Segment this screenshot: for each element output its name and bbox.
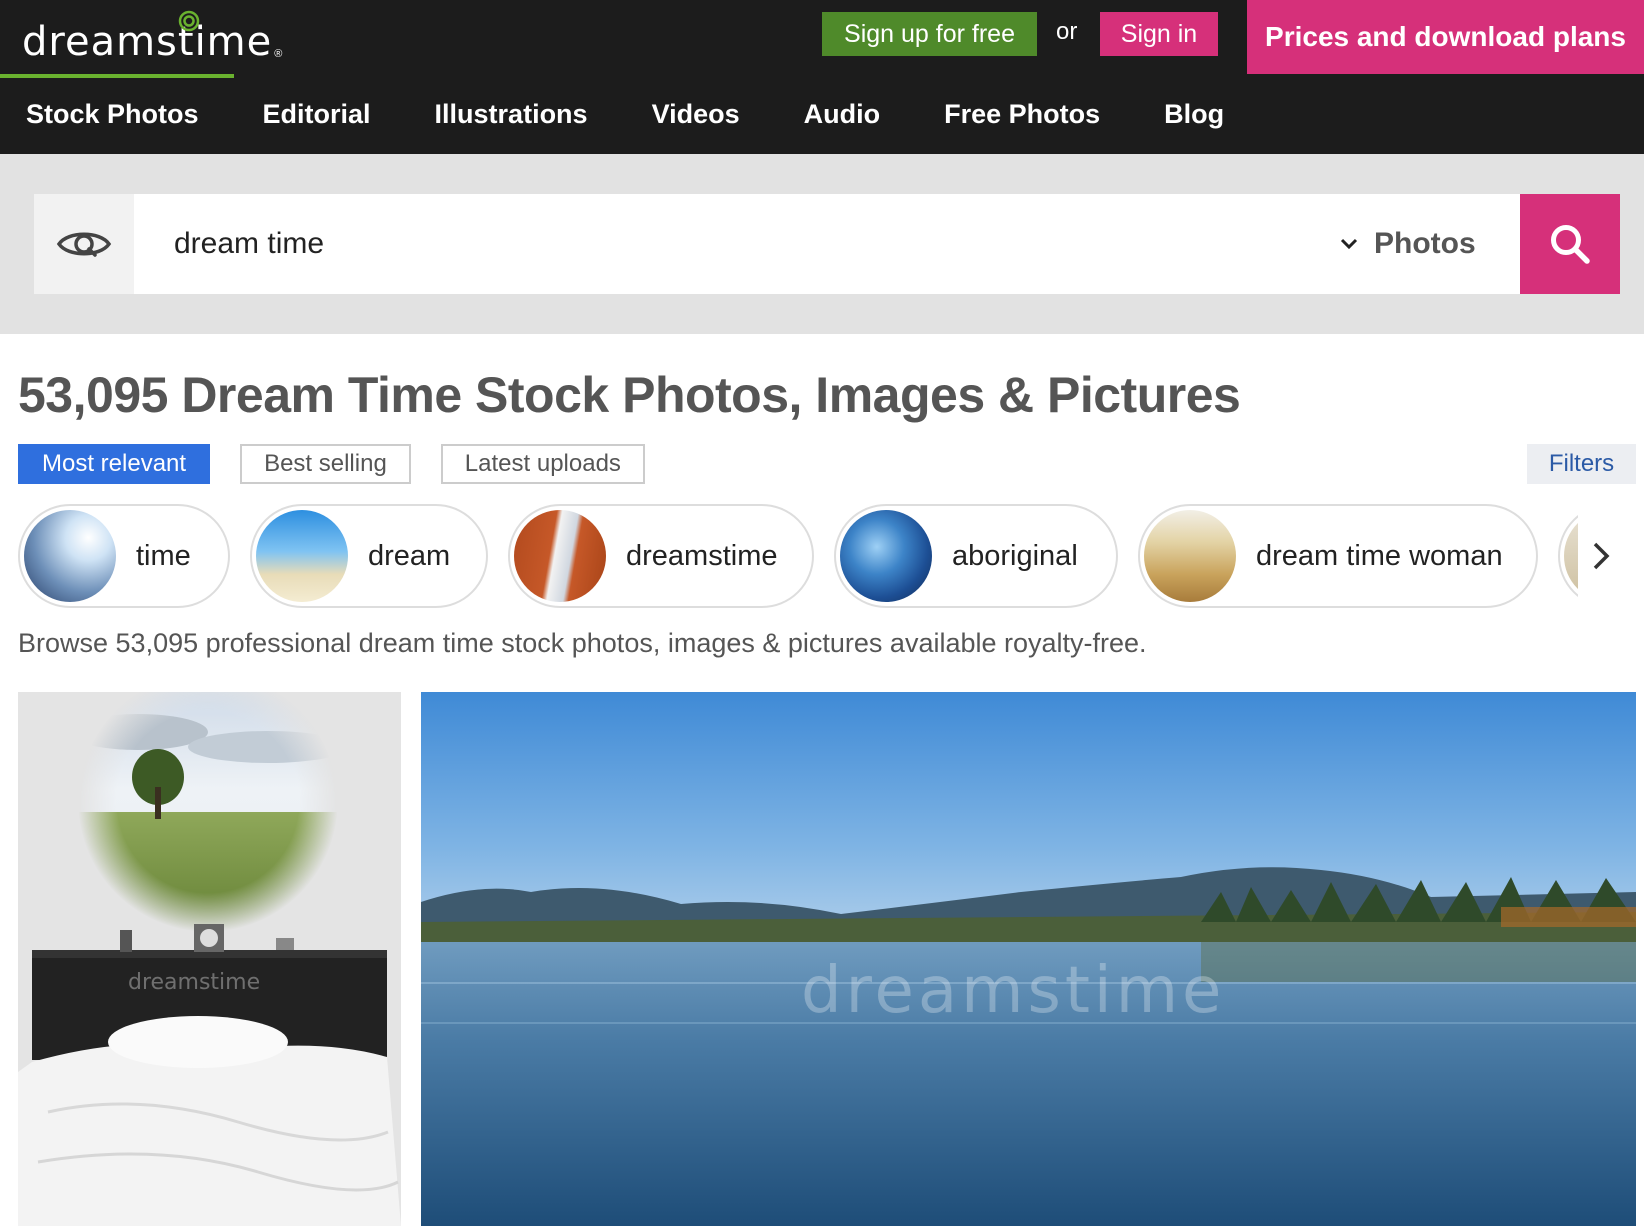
top-bar: dreamstime ® Sign up for free or Sign in… xyxy=(0,0,1644,154)
chip-thumbnail xyxy=(1564,510,1578,602)
image-watermark: dreamstime xyxy=(128,970,261,995)
chip-label: time xyxy=(136,539,191,572)
result-image-lake[interactable]: dreamstime xyxy=(421,692,1636,1226)
nav-blog[interactable]: Blog xyxy=(1164,92,1224,136)
related-chip-dream-time-woman[interactable]: dream time woman xyxy=(1138,504,1538,608)
related-chip-partial[interactable] xyxy=(1558,504,1578,608)
search-type-dropdown[interactable]: Photos xyxy=(1340,194,1476,294)
chevron-right-icon xyxy=(1593,542,1610,570)
dreamstime-logo[interactable]: dreamstime ® xyxy=(22,10,282,76)
sort-most-relevant[interactable]: Most relevant xyxy=(18,444,211,484)
chip-thumbnail xyxy=(840,510,932,602)
nav-stock-photos[interactable]: Stock Photos xyxy=(26,92,199,136)
eye-icon xyxy=(56,232,112,257)
search-type-label: Photos xyxy=(1374,227,1476,260)
related-chip-aboriginal[interactable]: aboriginal xyxy=(834,504,1118,608)
sort-best-selling[interactable]: Best selling xyxy=(240,444,411,484)
chip-thumbnail xyxy=(256,510,348,602)
nav-editorial[interactable]: Editorial xyxy=(263,92,371,136)
related-searches: time dream dreamstime aboriginal dream t… xyxy=(18,504,1578,608)
chip-label: dreamstime xyxy=(626,539,778,572)
chip-thumbnail xyxy=(514,510,606,602)
nav-illustrations[interactable]: Illustrations xyxy=(435,92,588,136)
or-separator: or xyxy=(1056,18,1078,45)
main-nav: Stock Photos Editorial Illustrations Vid… xyxy=(0,92,1262,136)
sign-up-button[interactable]: Sign up for free xyxy=(822,12,1037,56)
page-title: 53,095 Dream Time Stock Photos, Images &… xyxy=(18,367,1241,423)
chip-thumbnail xyxy=(24,510,116,602)
chevron-down-icon xyxy=(1340,238,1358,250)
sign-in-button[interactable]: Sign in xyxy=(1100,12,1218,56)
search-icon xyxy=(1551,225,1590,264)
sort-tabs: Most relevant Best selling Latest upload… xyxy=(18,444,645,484)
nav-free-photos[interactable]: Free Photos xyxy=(944,92,1100,136)
chips-next-button[interactable] xyxy=(1586,538,1616,574)
related-chip-dream[interactable]: dream xyxy=(250,504,488,608)
search-input[interactable] xyxy=(134,194,1520,294)
results-description: Browse 53,095 professional dream time st… xyxy=(18,628,1147,658)
bedroom-photo xyxy=(18,692,401,1226)
nav-audio[interactable]: Audio xyxy=(804,92,880,136)
image-watermark: dreamstime xyxy=(801,954,1226,1028)
logo-text: dreamstime xyxy=(22,19,273,65)
related-chip-dreamstime[interactable]: dreamstime xyxy=(508,504,814,608)
logo-swirl-icon xyxy=(178,10,200,32)
search-area: Photos xyxy=(0,154,1644,334)
chip-label: aboriginal xyxy=(952,539,1078,572)
logo-registered-mark: ® xyxy=(274,48,283,60)
sort-latest-uploads[interactable]: Latest uploads xyxy=(440,444,645,484)
visual-search-button[interactable] xyxy=(34,194,134,294)
chip-label: dream xyxy=(368,539,451,572)
nav-videos[interactable]: Videos xyxy=(652,92,740,136)
search-submit-button[interactable] xyxy=(1520,194,1620,294)
prices-plans-button[interactable]: Prices and download plans xyxy=(1247,0,1644,74)
related-chip-time[interactable]: time xyxy=(18,504,230,608)
filters-button[interactable]: Filters xyxy=(1527,444,1636,484)
result-image-bedroom[interactable]: dreamstime xyxy=(18,692,401,1226)
chip-thumbnail xyxy=(1144,510,1236,602)
chip-label: dream time woman xyxy=(1256,539,1503,572)
logo-underline xyxy=(0,74,234,78)
